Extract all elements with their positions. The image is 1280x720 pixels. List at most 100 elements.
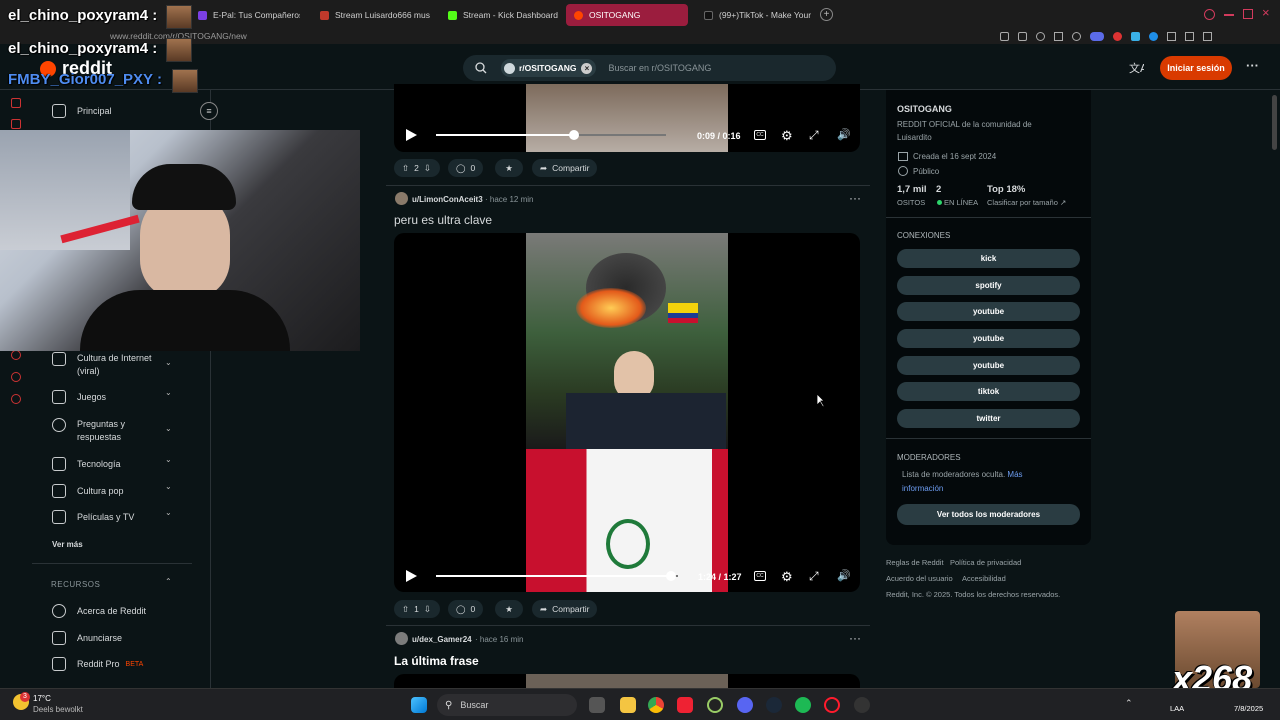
subreddit-search-chip[interactable]: r/OSITOGANG ×: [501, 59, 597, 77]
footer-link[interactable]: Política de privacidad: [950, 558, 1021, 567]
app-icon[interactable]: [854, 697, 870, 713]
post-menu-icon[interactable]: ···: [849, 191, 861, 205]
search-input[interactable]: Buscar en r/OSITOGANG: [608, 63, 711, 73]
downvote-icon[interactable]: ⇩: [424, 163, 431, 174]
browser-tab-active[interactable]: OSITOGANG: [566, 4, 688, 26]
stream-tool-icon[interactable]: [11, 372, 21, 382]
nav-home[interactable]: Principal: [52, 104, 182, 118]
resource-about[interactable]: Acerca de Reddit: [52, 604, 182, 618]
browser-tab[interactable]: Stream - Kick Dashboard: [440, 4, 558, 26]
chevron-down-icon[interactable]: ⌄: [165, 508, 172, 517]
chevron-up-icon[interactable]: ⌃: [165, 577, 172, 586]
new-tab-button[interactable]: +: [820, 8, 833, 21]
see-more-link[interactable]: Ver más: [52, 540, 83, 549]
close-window-icon[interactable]: ×: [1262, 5, 1270, 20]
opera-icon[interactable]: [824, 697, 840, 713]
stream-tool-icon[interactable]: [11, 119, 21, 129]
vpn-icon[interactable]: [1036, 32, 1045, 41]
rank-link[interactable]: Clasificar por tamaño ↗: [987, 198, 1066, 207]
collapse-sidebar-button[interactable]: ≡: [200, 102, 218, 120]
task-view-icon[interactable]: [589, 697, 605, 713]
post-author[interactable]: u/LimonConAceit3: [412, 195, 483, 204]
seek-bar-track[interactable]: [436, 575, 678, 577]
topic-internet-culture[interactable]: Cultura de Internet (viral) ⌄: [52, 352, 182, 378]
downvote-icon[interactable]: ⇩: [424, 604, 431, 615]
view-all-moderators-button[interactable]: Ver todos los moderadores: [897, 504, 1080, 525]
search-bar[interactable]: r/OSITOGANG × Buscar en r/OSITOGANG: [463, 55, 836, 81]
captions-icon[interactable]: CC: [754, 571, 766, 581]
chevron-down-icon[interactable]: ⌄: [165, 482, 172, 491]
discord-extension-icon[interactable]: [1090, 32, 1104, 41]
connection-spotify-button[interactable]: spotify: [897, 276, 1080, 295]
browser-tab[interactable]: (99+)TikTok - Make Your: [696, 4, 814, 26]
extension-icon[interactable]: [1131, 32, 1140, 41]
award-button[interactable]: ★: [495, 159, 523, 177]
resource-reddit-pro[interactable]: Reddit Pro BETA: [52, 657, 212, 671]
post-title[interactable]: peru es ultra clave: [394, 213, 492, 227]
steam-icon[interactable]: [766, 697, 782, 713]
footer-link[interactable]: Reglas de Reddit: [886, 558, 944, 567]
weather-description[interactable]: Deels bewolkt: [33, 705, 83, 714]
chevron-down-icon[interactable]: ⌄: [165, 388, 172, 397]
settings-gear-icon[interactable]: ⚙: [781, 128, 793, 144]
bookmark-icon[interactable]: [1000, 32, 1009, 41]
topic-movies-tv[interactable]: Películas y TV ⌄: [52, 508, 182, 524]
minimize-icon[interactable]: [1224, 14, 1234, 16]
post-menu-icon[interactable]: ···: [849, 631, 861, 645]
comments-button[interactable]: ◯ 0: [448, 600, 484, 618]
weather-temp[interactable]: 17°C: [33, 694, 51, 703]
discord-icon[interactable]: [737, 697, 753, 713]
seek-handle[interactable]: [665, 571, 676, 581]
award-button[interactable]: ★: [495, 600, 523, 618]
clock-date[interactable]: 7/8/2025: [1234, 704, 1263, 713]
settings-gear-icon[interactable]: ⚙: [781, 569, 793, 585]
translate-icon[interactable]: 文A: [1128, 60, 1144, 76]
file-explorer-icon[interactable]: [620, 697, 636, 713]
browser-tab[interactable]: E-Pal: Tus Compañeros A: [190, 4, 300, 26]
browser-tab[interactable]: Stream Luisardo666 mus: [312, 4, 430, 26]
address-bar[interactable]: www.reddit.com/r/OSITOGANG/new: [0, 30, 1280, 44]
share-button[interactable]: ➦ Compartir: [532, 159, 598, 177]
tray-chevron-icon[interactable]: ⌃: [1125, 698, 1133, 709]
captions-icon[interactable]: CC: [754, 130, 766, 140]
footer-link[interactable]: Accesibilidad: [962, 574, 1006, 583]
stream-tool-icon[interactable]: [11, 98, 21, 108]
volume-icon[interactable]: 🔊: [837, 128, 851, 141]
windows-start-icon[interactable]: [411, 697, 427, 713]
upvote-icon[interactable]: ⇧: [402, 604, 409, 615]
taskbar-search[interactable]: ⚲ Buscar: [437, 694, 577, 716]
comments-button[interactable]: ◯ 0: [448, 159, 484, 177]
search-tabs-icon[interactable]: [1204, 9, 1215, 20]
topic-qa[interactable]: Preguntas y respuestas ⌄: [52, 418, 182, 444]
connection-tiktok-button[interactable]: tiktok: [897, 382, 1080, 401]
fullscreen-icon[interactable]: ⤢: [809, 128, 819, 143]
post-title[interactable]: La última frase: [394, 654, 479, 668]
fullscreen-icon[interactable]: ⤢: [809, 569, 819, 584]
post-author[interactable]: u/dex_Gamer24: [412, 635, 472, 644]
download-icon[interactable]: [1185, 32, 1194, 41]
chrome-icon[interactable]: [648, 697, 664, 713]
browser-menu-icon[interactable]: [1203, 32, 1212, 41]
obs-icon[interactable]: [707, 697, 723, 713]
topic-tech[interactable]: Tecnología ⌄: [52, 455, 182, 471]
login-button[interactable]: Iniciar sesión: [1160, 56, 1232, 80]
topic-games[interactable]: Juegos ⌄: [52, 388, 182, 404]
extension-icon[interactable]: [1113, 32, 1122, 41]
favorites-icon[interactable]: [1072, 32, 1081, 41]
user-avatar[interactable]: [395, 192, 408, 205]
stream-tool-icon[interactable]: [11, 350, 21, 360]
extension-icon[interactable]: [1149, 32, 1158, 41]
chevron-down-icon[interactable]: ⌄: [165, 424, 172, 433]
chevron-down-icon[interactable]: ⌄: [165, 358, 172, 367]
extensions-icon[interactable]: [1167, 32, 1176, 41]
clear-chip-icon[interactable]: ×: [581, 62, 593, 74]
upvote-icon[interactable]: ⇧: [402, 163, 409, 174]
post-media-preview[interactable]: [394, 674, 860, 688]
resource-advertise[interactable]: Anunciarse: [52, 631, 182, 645]
more-options-icon[interactable]: ···: [1246, 58, 1259, 73]
post-video-player[interactable]: 0:09 / 0:16 CC ⚙ ⤢ 🔊: [394, 84, 860, 152]
page-scrollbar[interactable]: [1272, 95, 1277, 150]
chevron-down-icon[interactable]: ⌄: [165, 455, 172, 464]
connection-youtube-button[interactable]: youtube: [897, 302, 1080, 321]
post-video-player[interactable]: 1:24 / 1:27 CC ⚙ ⤢ 🔊: [394, 233, 860, 592]
